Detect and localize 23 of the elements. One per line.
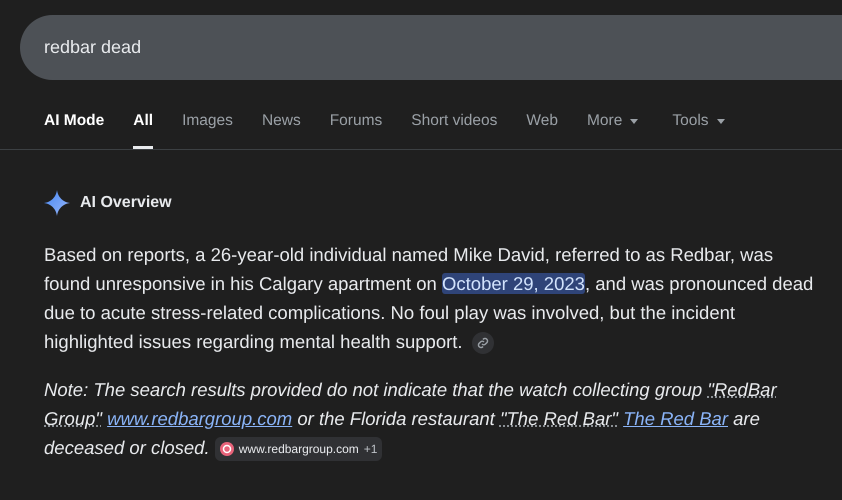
search-tab[interactable]: Images (182, 104, 233, 149)
overview-title: AI Overview (80, 193, 172, 213)
link-icon (476, 337, 489, 350)
search-tab[interactable]: All (133, 104, 154, 149)
menu-tab[interactable]: More (587, 104, 638, 149)
search-input[interactable]: redbar dead (44, 34, 644, 61)
caret-icon (630, 118, 638, 124)
search-tab[interactable]: Forums (330, 104, 382, 149)
link-button[interactable] (472, 332, 494, 354)
overview-paragraph: Based on reports, a 26-year-old individual named Mike David, referred to as Redbar, was found unresponsive in his Calgary apartment on October 29, 2023, and was pronounced dead due to acute stress-related complications. No foul play was involved, but the incident highlighted issues regarding mental health support. (44, 240, 814, 356)
ai-mode-tab[interactable]: AI Mode (44, 104, 104, 149)
search-tab[interactable]: News (262, 104, 301, 149)
menu-tab[interactable]: Tools (672, 104, 725, 149)
search-field[interactable]: redbar dead (20, 15, 842, 80)
note-paragraph: Note: The search results provided do not indicate that the watch collecting group "RedBar Group" www.redbargroup.com or the Florida restaurant "The Red Bar" The Red Bar are deceased or closed. www.redbargroup.com +1 (44, 375, 814, 462)
caret-icon (716, 118, 725, 124)
site-logo-icon (220, 442, 234, 456)
sparkle-icon (44, 190, 70, 216)
search-tab[interactable]: Short videos (411, 104, 498, 149)
result-link[interactable]: The Red Bar (623, 408, 728, 429)
search-tab[interactable]: Web (526, 104, 558, 149)
result-link[interactable]: www.redbargroup.com (107, 408, 292, 429)
source-chip[interactable]: www.redbargroup.com +1 (214, 437, 382, 462)
